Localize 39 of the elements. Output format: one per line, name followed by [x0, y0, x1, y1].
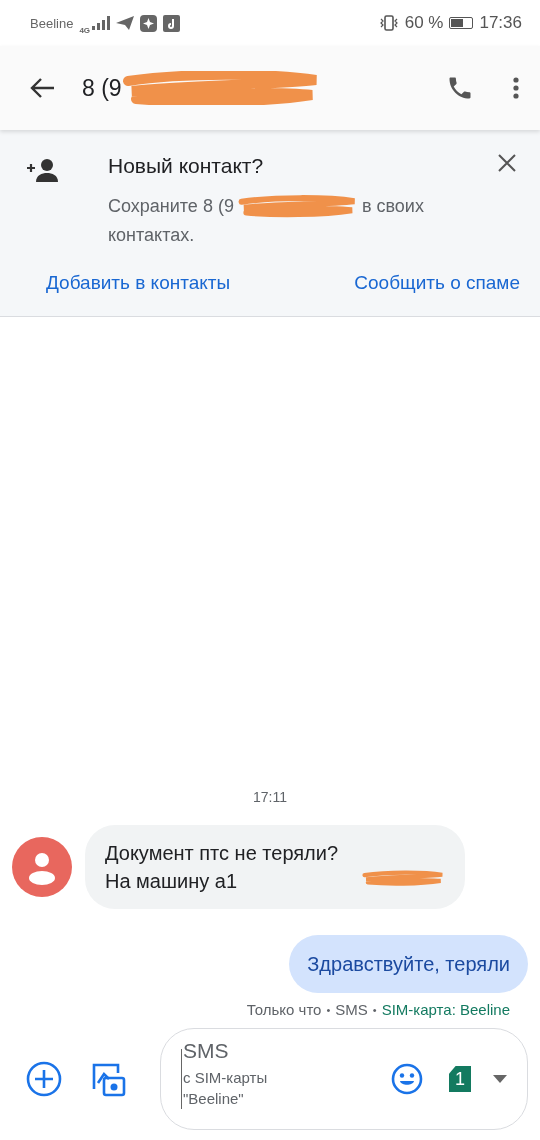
sim-card-badge: 1: [449, 1066, 471, 1092]
banner-text: в своих: [361, 194, 424, 218]
carrier-name: Beeline: [30, 15, 74, 31]
network-type: 4G: [79, 25, 91, 35]
message-input-field[interactable]: SMS с SIM-карты "Beeline" 1: [160, 1028, 528, 1130]
sim-hint: с SIM-карты "Beeline": [183, 1068, 269, 1109]
banner-text: Сохраните 8 (9: [108, 194, 234, 218]
sim-label: SIM-карта: Beeline: [381, 1001, 510, 1018]
separator-dot: •: [326, 1003, 331, 1016]
close-icon: [498, 154, 516, 172]
banner-text: контактах.: [108, 224, 195, 247]
app-icon: [140, 14, 158, 32]
banner-action-button[interactable]: Добавить в контакты: [46, 272, 231, 294]
battery-icon: [449, 17, 474, 29]
sim-selector-button[interactable]: 1: [449, 1066, 507, 1092]
input-placeholder: SMS: [183, 1039, 230, 1063]
add-person-icon: [26, 158, 60, 182]
clock-time: 17:36: [479, 13, 522, 33]
paper-plane-icon: [116, 16, 135, 30]
message-text: Документ птс не теряли? На машину а1: [105, 841, 340, 894]
banner-title: Новый контакт?: [108, 154, 265, 178]
back-arrow-icon: [30, 77, 56, 99]
vibrate-icon: [378, 15, 399, 31]
separator-dot: •: [372, 1003, 377, 1016]
message-type: SMS: [335, 1001, 368, 1018]
emoji-icon: [391, 1063, 423, 1095]
banner-action-button[interactable]: Сообщить о спаме: [354, 272, 520, 294]
signal-icon: [92, 16, 111, 30]
gallery-camera-icon: [90, 1061, 126, 1097]
dropdown-caret-icon: [493, 1075, 507, 1083]
contact-avatar-icon: [12, 837, 72, 897]
plus-icon: [26, 1061, 62, 1097]
contact-title: 8 (9: [82, 74, 122, 102]
message-text: Здравствуйте, теряли: [307, 953, 510, 975]
more-options-icon: [512, 76, 520, 100]
music-note-icon: [163, 14, 181, 32]
message-timestamp: 17:11: [252, 789, 288, 805]
message-time: Только что: [246, 1001, 322, 1018]
battery-percent: 60 %: [404, 13, 444, 33]
